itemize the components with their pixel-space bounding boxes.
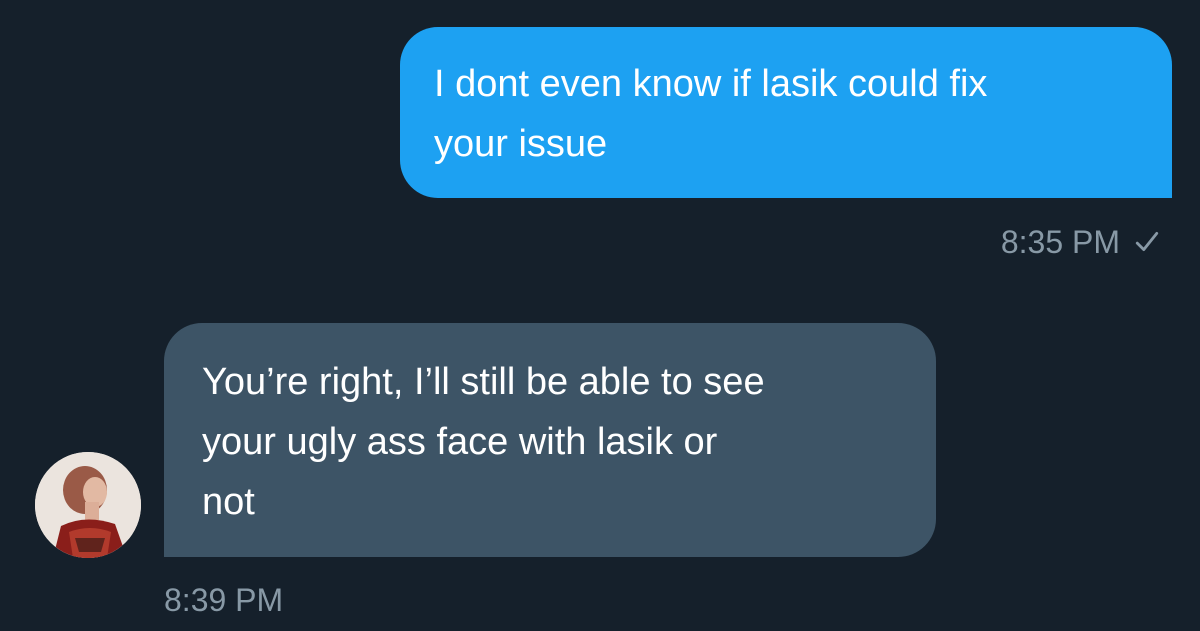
check-icon <box>1135 231 1159 251</box>
incoming-message-bubble[interactable]: You’re right, I’ll still be able to see … <box>164 323 936 557</box>
outgoing-message-bubble[interactable]: I dont even know if lasik could fix your… <box>400 27 1172 198</box>
message-text-line: your issue <box>434 123 608 165</box>
message-text-line: You’re right, I’ll still be able to see <box>202 361 765 403</box>
message-text-line: your ugly ass face with lasik or <box>202 421 718 463</box>
avatar-image <box>35 452 141 558</box>
message-text-line: I dont even know if lasik could fix <box>434 63 988 105</box>
message-text-line: not <box>202 481 255 523</box>
incoming-message-timestamp: 8:39 PM <box>164 582 284 618</box>
outgoing-message-meta: 8:35 PM <box>1001 222 1160 262</box>
message-timestamp: 8:35 PM <box>1000 224 1120 260</box>
sender-avatar[interactable] <box>35 452 141 558</box>
dm-conversation: I dont even know if lasik could fix your… <box>0 0 1200 631</box>
